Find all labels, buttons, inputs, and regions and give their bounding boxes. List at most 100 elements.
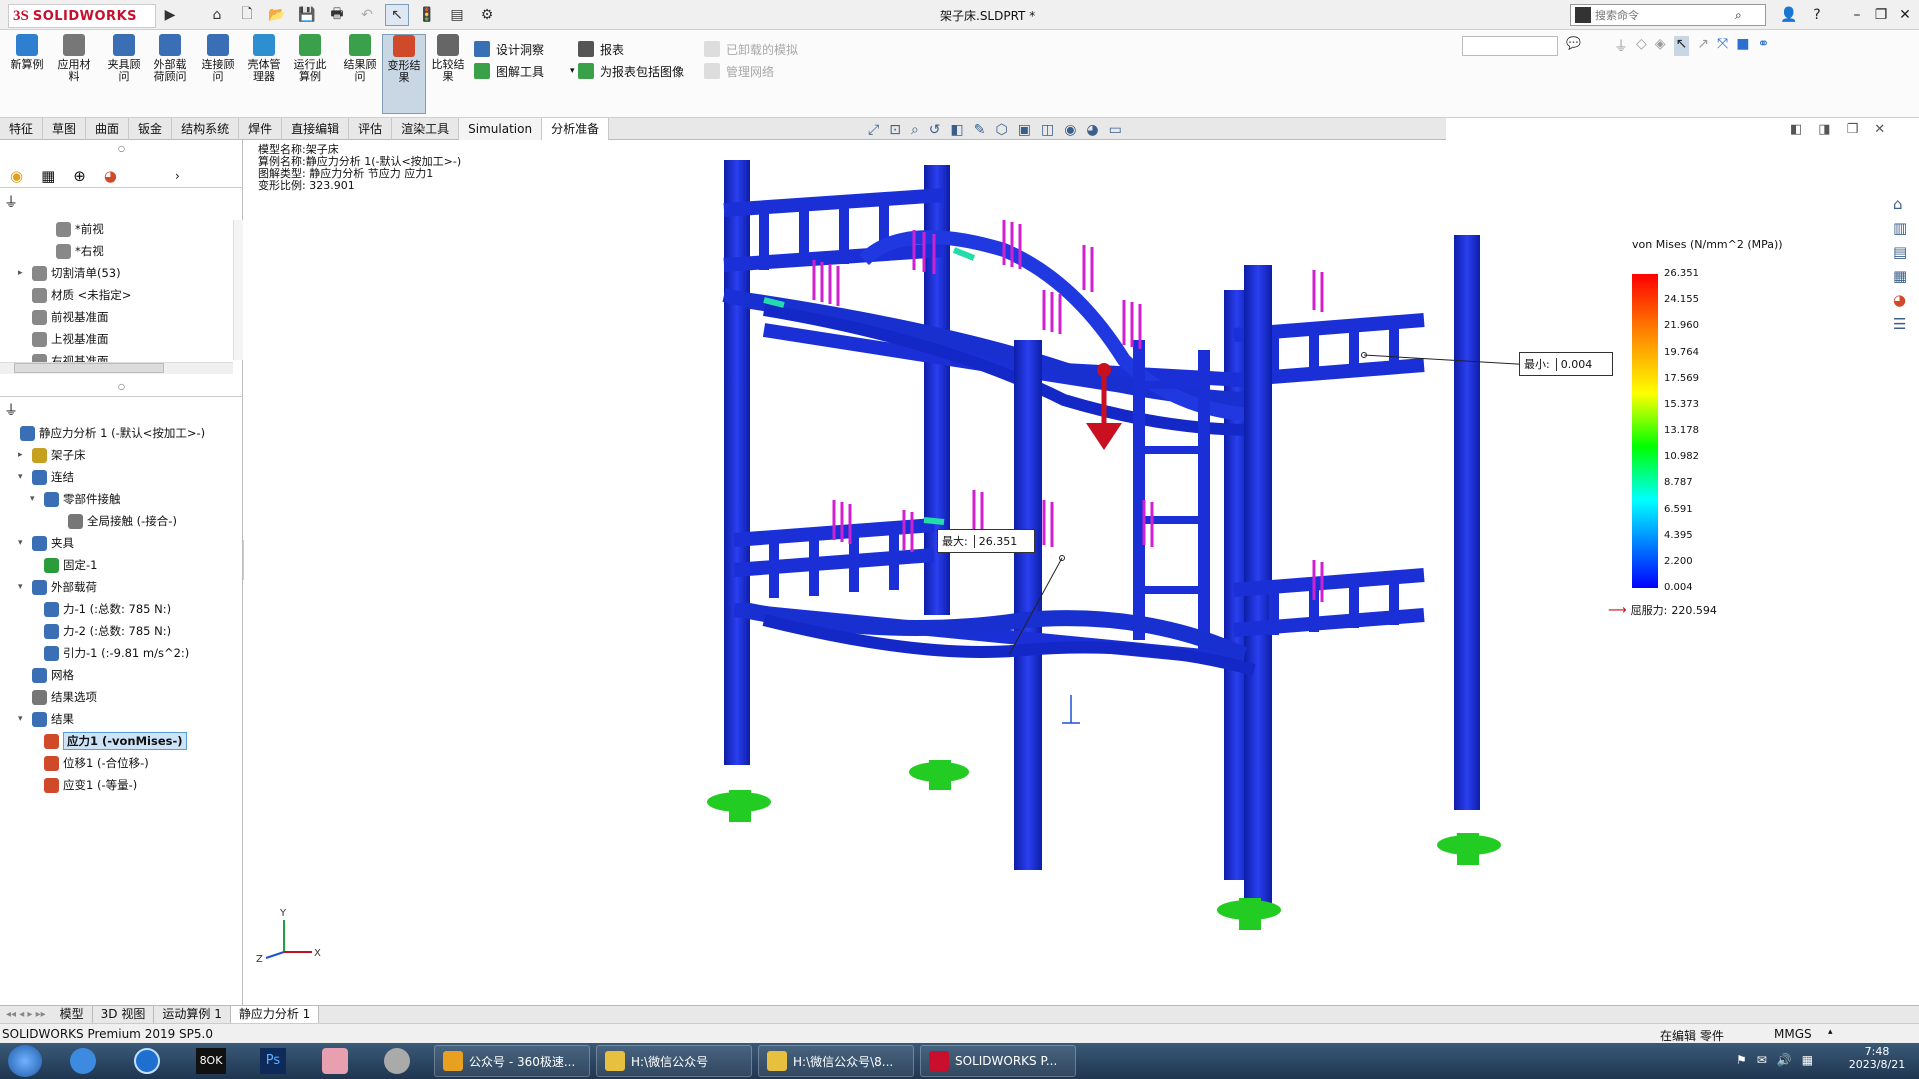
tree-item[interactable]: *前视 — [42, 219, 104, 239]
units-dropdown-icon[interactable]: ▴ — [1828, 1027, 1833, 1037]
tree-expander-icon[interactable]: ▾ — [30, 494, 40, 504]
start-button[interactable] — [8, 1045, 42, 1077]
viewport-tile-right-icon[interactable]: ◨ — [1818, 122, 1830, 137]
tab-9[interactable]: Simulation — [459, 118, 543, 140]
help-icon[interactable]: ? — [1806, 4, 1828, 26]
pointer-icon[interactable]: ↗ — [1697, 36, 1709, 56]
cmd-button-2[interactable]: 夹具顾问 — [102, 34, 146, 114]
filter-icon[interactable]: ⏚ — [1614, 36, 1628, 56]
home-icon[interactable]: ⌂ — [205, 4, 229, 26]
tree-expander-icon[interactable]: ▾ — [18, 714, 28, 724]
tree-item[interactable]: ▾ 连结 — [18, 467, 74, 487]
report-button[interactable]: 报表 — [578, 38, 684, 60]
cmd-button-9[interactable]: 比较结果 — [426, 34, 470, 114]
viewport-close-icon[interactable]: ✕ — [1874, 122, 1885, 137]
cmd-button-7[interactable]: 结果顾问 — [338, 34, 382, 114]
volume-tray-icon[interactable]: 🔊 — [1777, 1053, 1792, 1067]
taskbar-item[interactable]: SOLIDWORKS P... — [920, 1045, 1076, 1077]
tree-item[interactable]: 力-1 (:总数: 785 N:) — [30, 599, 171, 619]
select-icon[interactable]: ↖ — [385, 4, 409, 26]
undo-icon[interactable]: ↶ — [355, 4, 379, 26]
tree-item[interactable]: 结果选项 — [18, 687, 97, 707]
tab-7[interactable]: 评估 — [349, 118, 393, 140]
tree-item[interactable]: 网格 — [18, 665, 74, 685]
pinned-app-6-icon[interactable] — [384, 1048, 410, 1074]
status-units[interactable]: MMGS — [1774, 1027, 1812, 1041]
legend-color-bar[interactable] — [1632, 274, 1658, 588]
section-view-icon[interactable]: ◧ — [951, 122, 964, 138]
viewport-restore-icon[interactable]: ❐ — [1847, 122, 1859, 137]
cmd-button-4[interactable]: 连接顾问 — [196, 34, 240, 114]
manage-network-button[interactable]: 管理网络 — [704, 60, 798, 82]
tree-item[interactable]: 材质 <未指定> — [18, 285, 131, 305]
tab-10[interactable]: 分析准备 — [542, 118, 610, 140]
max-callout[interactable]: 最大: 26.351 — [937, 529, 1035, 553]
cmd-button-8[interactable]: 变形结果 — [382, 34, 426, 114]
tree-expander-icon[interactable]: ▸ — [18, 268, 28, 278]
tab-4[interactable]: 结构系统 — [172, 118, 240, 140]
tree-item[interactable]: ▸ 架子床 — [18, 445, 86, 465]
tree-expander-icon[interactable]: ▾ — [18, 538, 28, 548]
property-tab-icon[interactable]: ▦ — [41, 167, 55, 185]
tab-5[interactable]: 焊件 — [239, 118, 283, 140]
cmd-button-1[interactable]: 应用材料 — [52, 34, 96, 114]
close-button[interactable]: ✕ — [1894, 4, 1916, 26]
tree-item[interactable]: 全局接触 (-接合-) — [54, 511, 177, 531]
network-tray-icon[interactable]: ▦ — [1802, 1053, 1813, 1067]
cmd-button-3[interactable]: 外部载荷顾问 — [148, 34, 192, 114]
options-gear-icon[interactable]: ⚙ — [475, 4, 499, 26]
print-icon[interactable]: 🖶 — [325, 4, 349, 26]
tree-item[interactable]: 应力1 (-vonMises-) — [30, 731, 187, 751]
save-icon[interactable]: 💾 — [295, 4, 319, 26]
bottom-tab-0[interactable]: 模型 — [52, 1006, 93, 1024]
search-icon[interactable]: ⌕ — [1735, 8, 1742, 23]
view-cube-icon[interactable]: ■ — [1736, 36, 1749, 56]
edit-appearance-icon[interactable]: ◉ — [1064, 122, 1076, 138]
tree-item[interactable]: 位移1 (-合位移-) — [30, 753, 149, 773]
select-arrow-icon[interactable]: ↖ — [1673, 36, 1690, 56]
dropdown-arrow-icon[interactable]: ▾ — [570, 66, 575, 76]
solidworks-logo[interactable]: 3S SOLIDWORKS — [8, 4, 156, 28]
taskbar-item[interactable]: H:\微信公众号 — [596, 1045, 752, 1077]
pinned-app-1-icon[interactable] — [70, 1048, 96, 1074]
tree-item[interactable]: 引力-1 (:-9.81 m/s^2:) — [30, 643, 189, 663]
feature-tree-tab-icon[interactable]: ◉ — [10, 167, 23, 185]
sim-filter-icon[interactable]: ⏚ — [4, 400, 18, 420]
previous-view-icon[interactable]: ↺ — [929, 122, 941, 138]
tree-expander-icon[interactable]: ▾ — [18, 472, 28, 482]
flag-tray-icon[interactable]: ⚑ — [1736, 1053, 1747, 1067]
tree-hscrollbar[interactable] — [0, 362, 233, 374]
cmd-button-5[interactable]: 壳体管理器 — [242, 34, 286, 114]
panel-split-grip-icon[interactable]: ○ — [118, 382, 125, 391]
tree-expander-icon[interactable]: ▾ — [18, 582, 28, 592]
tab-8[interactable]: 渲染工具 — [392, 118, 460, 140]
rebuild-icon[interactable]: 🚦 — [415, 4, 439, 26]
notify-tray-icon[interactable]: ✉ — [1757, 1053, 1767, 1067]
tab-2[interactable]: 曲面 — [86, 118, 130, 140]
tree-expander-icon[interactable]: ▸ — [18, 450, 28, 460]
view-orientation-icon[interactable]: ⬡ — [995, 122, 1007, 138]
speech-icon[interactable]: 💬 — [1566, 36, 1581, 50]
file-properties-icon[interactable]: ▤ — [445, 4, 469, 26]
tab-scroll-arrows[interactable]: ◂◂ ◂ ▸ ▸▸ — [0, 1006, 52, 1023]
bottom-tab-3[interactable]: 静应力分析 1 — [230, 1006, 320, 1024]
search-box[interactable]: ⌕ — [1570, 4, 1766, 26]
cmd-button-6[interactable]: 运行此算例 — [288, 34, 332, 114]
tree-item[interactable]: 应变1 (-等量-) — [30, 775, 137, 795]
hide-show-icon[interactable]: ◫ — [1041, 122, 1054, 138]
minimize-button[interactable]: – — [1846, 4, 1868, 26]
tree-item[interactable]: 上视基准面 — [18, 329, 109, 349]
bottom-tab-2[interactable]: 运动算例 1 — [154, 1006, 231, 1024]
taskbar-item[interactable]: H:\微信公众号\8... — [758, 1045, 914, 1077]
tree-item[interactable]: ▾ 外部载荷 — [18, 577, 97, 597]
tree-vscrollbar[interactable] — [233, 220, 243, 360]
tab-0[interactable]: 特征 — [0, 118, 44, 140]
tree-filter-icon[interactable]: ⏚ — [4, 192, 18, 212]
offloaded-sim-button[interactable]: 已卸载的模拟 — [704, 38, 798, 60]
dynamic-annotation-icon[interactable]: ✎ — [974, 122, 986, 138]
tree-item[interactable]: *右视 — [42, 241, 104, 261]
view-settings-icon[interactable]: ▭ — [1109, 122, 1122, 138]
plot-tools-button[interactable]: 图解工具 ▾ — [474, 60, 575, 82]
cmd-button-0[interactable]: 新算例 — [5, 34, 49, 114]
viewport-tile-left-icon[interactable]: ◧ — [1790, 122, 1802, 137]
